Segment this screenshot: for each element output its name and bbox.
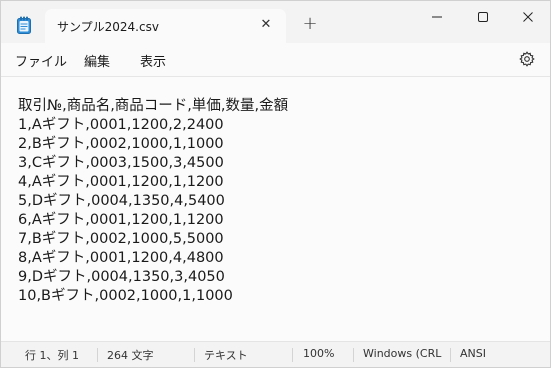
status-divider — [97, 348, 98, 362]
maximize-button[interactable] — [460, 1, 506, 33]
editor-line: 8,Aギフト,0001,1200,4,4800 — [18, 250, 224, 266]
status-encoding: ANSI — [460, 347, 486, 360]
status-divider — [353, 348, 354, 362]
status-divider — [450, 348, 451, 362]
status-zoom[interactable]: 100% — [303, 347, 334, 360]
status-bar: 行 1、列 1 264 文字 テキスト 100% Windows (CRL AN… — [1, 341, 550, 367]
editor-line: 1,Aギフト,0001,1200,2,2400 — [18, 117, 224, 133]
status-format: テキスト — [204, 349, 248, 362]
editor-line: 7,Bギフト,0002,1000,5,5000 — [18, 231, 224, 247]
editor-line: 10,Bギフト,0002,1000,1,1000 — [18, 288, 233, 304]
editor-line: 3,Cギフト,0003,1500,3,4500 — [18, 155, 224, 171]
status-cursor-position: 行 1、列 1 — [25, 349, 79, 362]
tab-file[interactable]: サンプル2024.csv ✕ — [45, 9, 286, 43]
menu-view[interactable]: 表示 — [140, 51, 166, 70]
status-divider — [194, 348, 195, 362]
notepad-icon — [17, 16, 31, 34]
editor-line: 4,Aギフト,0001,1200,1,1200 — [18, 174, 224, 190]
editor-line: 取引№,商品名,商品コード,単価,数量,金額 — [18, 98, 289, 114]
gear-icon[interactable] — [519, 51, 535, 67]
editor-line: 5,Dギフト,0004,1350,4,5400 — [18, 193, 225, 209]
status-line-ending: Windows (CRL — [363, 347, 442, 360]
maximize-icon — [478, 12, 488, 22]
menu-file[interactable]: ファイル — [15, 51, 67, 70]
status-divider — [292, 348, 293, 362]
menu-edit[interactable]: 編集 — [84, 51, 110, 70]
tab-title: サンプル2024.csv — [57, 20, 159, 34]
editor-line: 9,Dギフト,0004,1350,3,4050 — [18, 269, 225, 285]
editor-line: 6,Aギフト,0001,1200,1,1200 — [18, 212, 224, 228]
text-editor[interactable]: 取引№,商品名,商品コード,単価,数量,金額 1,Aギフト,0001,1200,… — [1, 76, 550, 341]
notepad-window: サンプル2024.csv ✕ + ファイル 編集 表示 取引№,商品名,商品コー… — [0, 0, 551, 368]
close-button[interactable] — [505, 1, 550, 33]
menu-bar: ファイル 編集 表示 — [1, 43, 550, 76]
title-bar: サンプル2024.csv ✕ + — [1, 1, 550, 43]
status-char-count: 264 文字 — [107, 349, 154, 362]
tab-close-icon[interactable]: ✕ — [259, 18, 273, 32]
new-tab-icon[interactable]: + — [300, 15, 320, 35]
close-icon — [523, 12, 533, 22]
minimize-button[interactable] — [414, 1, 460, 33]
minimize-icon — [432, 16, 442, 18]
editor-line: 2,Bギフト,0002,1000,1,1000 — [18, 136, 224, 152]
